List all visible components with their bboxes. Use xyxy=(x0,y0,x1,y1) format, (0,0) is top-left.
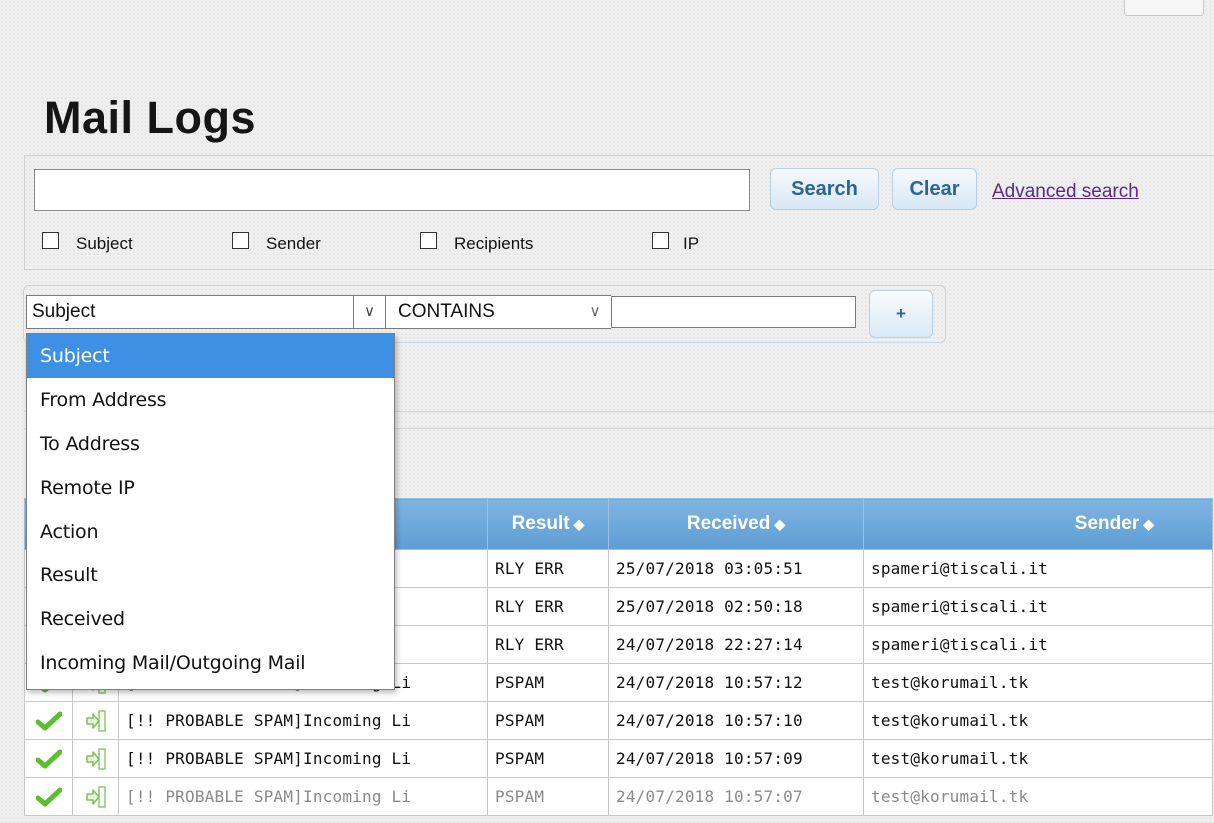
dropdown-option-to-address[interactable]: To Address xyxy=(27,422,394,466)
field-dropdown-list: Subject From Address To Address Remote I… xyxy=(26,333,395,690)
subject-checkbox-label: Subject xyxy=(76,234,133,253)
search-panel: Search Clear Advanced search Subject Sen… xyxy=(24,155,1214,270)
sender-checkbox[interactable] xyxy=(232,231,249,249)
operator-select[interactable]: CONTAINS ∨ xyxy=(386,295,611,329)
filter-sender[interactable]: Sender xyxy=(232,226,321,254)
result-cell: PSPAM xyxy=(487,739,609,778)
sender-cell: spameri@tiscali.it xyxy=(863,549,1213,588)
dropdown-option-subject[interactable]: Subject xyxy=(27,334,394,378)
table-row[interactable]: [!! PROBABLE SPAM]Incoming LiPSPAM24/07/… xyxy=(24,739,1213,778)
dropdown-option-from-address[interactable]: From Address xyxy=(27,378,394,422)
subject-cell: [!! PROBABLE SPAM]Incoming Li xyxy=(118,701,488,740)
received-cell: 24/07/2018 10:57:10 xyxy=(608,701,864,740)
recipients-checkbox-label: Recipients xyxy=(454,234,534,253)
sort-icon[interactable]: ◆ xyxy=(574,516,585,532)
checkmark-icon xyxy=(26,711,72,731)
dropdown-option-remote-ip[interactable]: Remote IP xyxy=(27,466,394,510)
filter-subject[interactable]: Subject xyxy=(42,226,133,254)
field-select[interactable]: Subject ∨ xyxy=(26,295,386,329)
table-row[interactable]: [!! PROBABLE SPAM]Incoming LiPSPAM24/07/… xyxy=(24,777,1213,816)
status-cell xyxy=(24,777,73,816)
received-column-header[interactable]: Received ◆ xyxy=(608,498,864,550)
page-title: Mail Logs xyxy=(44,92,257,143)
ip-checkbox[interactable] xyxy=(652,231,669,249)
received-cell: 24/07/2018 10:57:12 xyxy=(608,663,864,702)
incoming-arrow-icon xyxy=(74,747,118,771)
checkmark-icon xyxy=(26,749,72,769)
incoming-arrow-icon xyxy=(74,785,118,809)
sender-header-label: Sender xyxy=(1074,513,1140,534)
sender-cell: test@korumail.tk xyxy=(863,777,1213,816)
add-filter-button[interactable]: + xyxy=(869,290,933,338)
sort-icon[interactable]: ◆ xyxy=(774,516,785,532)
sender-cell: spameri@tiscali.it xyxy=(863,587,1213,626)
search-input[interactable] xyxy=(34,169,750,211)
operator-select-value: CONTAINS xyxy=(398,301,495,322)
dropdown-option-received[interactable]: Received xyxy=(27,597,394,641)
sender-cell: test@korumail.tk xyxy=(863,739,1213,778)
sender-cell: test@korumail.tk xyxy=(863,701,1213,740)
subject-cell: [!! PROBABLE SPAM]Incoming Li xyxy=(118,739,488,778)
status-cell xyxy=(24,701,73,740)
checkmark-icon xyxy=(26,787,72,807)
result-cell: RLY ERR xyxy=(487,587,609,626)
received-cell: 24/07/2018 22:27:14 xyxy=(608,625,864,664)
received-cell: 24/07/2018 10:57:09 xyxy=(608,739,864,778)
result-cell: RLY ERR xyxy=(487,549,609,588)
received-cell: 24/07/2018 10:57:07 xyxy=(608,777,864,816)
sender-cell: test@korumail.tk xyxy=(863,663,1213,702)
chevron-down-icon[interactable]: ∨ xyxy=(353,296,385,328)
sort-icon[interactable]: ◆ xyxy=(1143,516,1154,532)
sender-checkbox-label: Sender xyxy=(266,234,321,253)
subject-checkbox[interactable] xyxy=(42,231,59,249)
result-header-label: Result xyxy=(511,513,570,534)
chevron-down-icon[interactable]: ∨ xyxy=(585,296,605,328)
result-cell: PSPAM xyxy=(487,663,609,702)
recipients-checkbox[interactable] xyxy=(420,231,437,249)
result-cell: PSPAM xyxy=(487,701,609,740)
subject-cell: [!! PROBABLE SPAM]Incoming Li xyxy=(118,777,488,816)
filter-recipients[interactable]: Recipients xyxy=(420,226,533,254)
incoming-arrow-icon xyxy=(74,709,118,733)
advanced-search-link[interactable]: Advanced search xyxy=(992,181,1139,203)
table-row[interactable]: [!! PROBABLE SPAM]Incoming LiPSPAM24/07/… xyxy=(24,701,1213,740)
dropdown-option-incoming-outgoing[interactable]: Incoming Mail/Outgoing Mail xyxy=(27,641,394,685)
received-header-label: Received xyxy=(686,513,771,534)
dropdown-option-action[interactable]: Action xyxy=(27,510,394,554)
search-button[interactable]: Search xyxy=(770,168,879,210)
received-cell: 25/07/2018 02:50:18 xyxy=(608,587,864,626)
window-control[interactable] xyxy=(1124,0,1204,16)
direction-cell xyxy=(72,777,119,816)
sender-cell: spameri@tiscali.it xyxy=(863,625,1213,664)
field-select-value: Subject xyxy=(32,301,96,322)
clear-button[interactable]: Clear xyxy=(892,168,977,210)
direction-cell xyxy=(72,701,119,740)
result-cell: RLY ERR xyxy=(487,625,609,664)
result-cell: PSPAM xyxy=(487,777,609,816)
direction-cell xyxy=(72,739,119,778)
sender-column-header[interactable]: Sender ◆ xyxy=(863,498,1213,550)
result-column-header[interactable]: Result ◆ xyxy=(487,498,609,550)
filter-ip[interactable]: IP xyxy=(652,226,699,254)
ip-checkbox-label: IP xyxy=(683,234,700,253)
status-cell xyxy=(24,739,73,778)
filter-value-input[interactable] xyxy=(611,296,856,328)
dropdown-option-result[interactable]: Result xyxy=(27,553,394,597)
received-cell: 25/07/2018 03:05:51 xyxy=(608,549,864,588)
